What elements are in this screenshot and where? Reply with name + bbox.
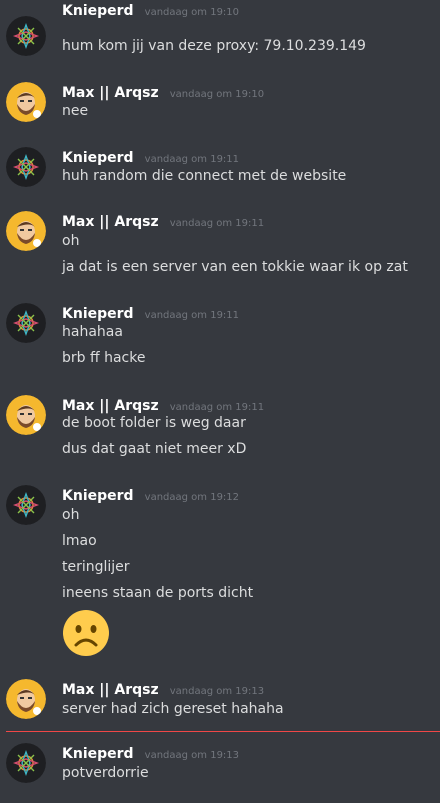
timestamp: vandaag om 19:10 [144, 7, 240, 18]
timestamp: vandaag om 19:11 [169, 218, 265, 229]
timestamp: vandaag om 19:11 [144, 310, 240, 321]
message-text: dus dat gaat niet meer xD [62, 441, 247, 457]
username[interactable]: Max || Arqsz [62, 214, 159, 230]
message-text: de boot folder is weg daar [62, 415, 246, 431]
knieperd-avatar-icon[interactable] [6, 303, 46, 343]
knieperd-avatar-icon[interactable] [6, 16, 46, 56]
username[interactable]: Knieperd [62, 3, 134, 19]
timestamp: vandaag om 19:11 [144, 154, 240, 165]
message-text: hum kom jij van deze proxy: 79.10.239.14… [62, 38, 366, 54]
knieperd-avatar-icon[interactable] [6, 743, 46, 783]
username[interactable]: Max || Arqsz [62, 682, 159, 698]
knieperd-avatar-icon[interactable] [6, 147, 46, 187]
message-text: huh random die connect met de website [62, 168, 347, 184]
timestamp: vandaag om 19:12 [144, 492, 240, 503]
max-avatar-icon[interactable] [6, 211, 46, 251]
timestamp: vandaag om 19:11 [169, 402, 265, 413]
message-text: potverdorrie [62, 765, 149, 781]
max-avatar-icon[interactable] [6, 395, 46, 435]
frowning-face-emoji-icon[interactable] [62, 609, 110, 657]
timestamp: vandaag om 19:13 [144, 750, 240, 761]
message-text: ja dat is een server van een tokkie waar… [62, 259, 408, 275]
message-text: hahahaa [62, 324, 123, 340]
max-avatar-icon[interactable] [6, 679, 46, 719]
username[interactable]: Knieperd [62, 306, 134, 322]
knieperd-avatar-icon[interactable] [6, 485, 46, 525]
username[interactable]: Knieperd [62, 746, 134, 762]
message-text: server had zich gereset hahaha [62, 701, 284, 717]
username[interactable]: Knieperd [62, 150, 134, 166]
username[interactable]: Knieperd [62, 488, 134, 504]
message-text: oh [62, 507, 80, 523]
timestamp: vandaag om 19:13 [169, 686, 265, 697]
username[interactable]: Max || Arqsz [62, 85, 159, 101]
max-avatar-icon[interactable] [6, 82, 46, 122]
message-text: nee [62, 103, 89, 119]
username[interactable]: Max || Arqsz [62, 398, 159, 414]
message-text: ineens staan de ports dicht [62, 585, 254, 601]
message-text: brb ff hacke [62, 350, 146, 366]
new-messages-divider [6, 731, 440, 732]
message-text: lmao [62, 533, 97, 549]
timestamp: vandaag om 19:10 [169, 89, 265, 100]
message-text: oh [62, 233, 80, 249]
message-text: teringlijer [62, 559, 130, 575]
